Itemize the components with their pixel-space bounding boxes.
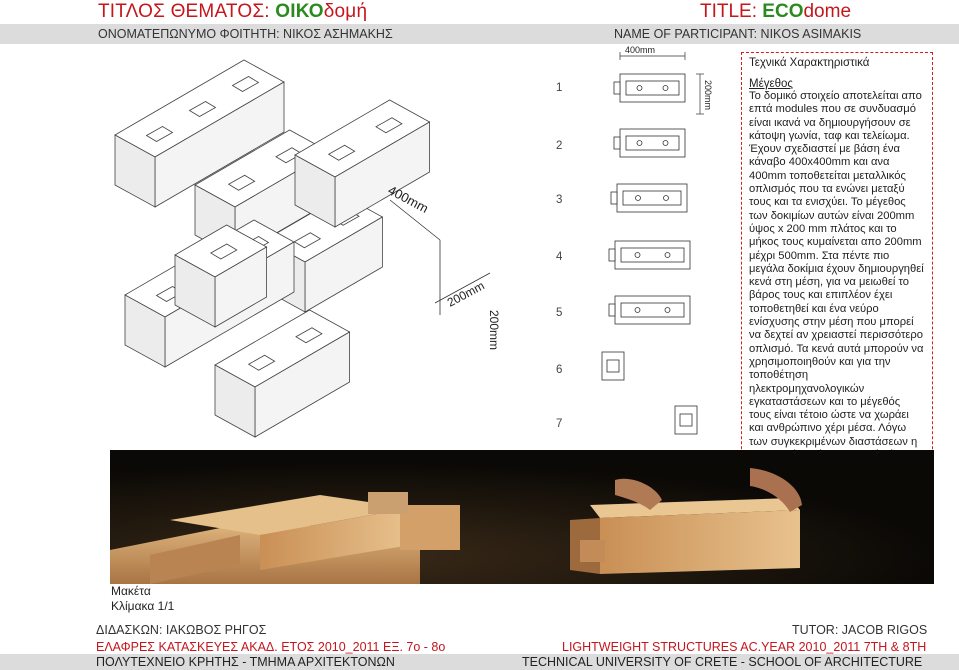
title-bar: ΤΙΤΛΟΣ ΘΕΜΑΤΟΣ: ΟΙΚΟδομή TITLE: ECOdome	[0, 0, 959, 22]
student-name-greek: ΟΝΟΜΑΤΕΠΩΝΥΜΟ ΦΟΙΤΗΤΗ: ΝΙΚΟΣ ΑΣΗΜΑΚΗΣ	[98, 27, 393, 41]
axo-block-6	[214, 309, 351, 438]
specs-heading: Μέγεθος	[749, 78, 793, 90]
title-english-prefix: TITLE:	[700, 1, 763, 22]
module-elevations: 400mm 200mm	[601, 45, 713, 435]
title-english: TITLE: ECOdome	[700, 1, 851, 23]
teachers-greek: ΔΙΔΑΣΚΩΝ: ΙΑΚΩΒΟΣ ΡΗΓΟΣ	[96, 623, 267, 637]
tutor-english: TUTOR: JACOB RIGOS	[792, 623, 928, 637]
model-photo	[110, 450, 934, 584]
dimension-label-400: 400mm	[386, 182, 431, 216]
specs-body: Το δομικό στοιχείο αποτελείται απο επτά …	[749, 90, 924, 474]
model-caption: Μακέτα Κλίμακα 1/1	[111, 584, 174, 614]
module-elevation-2	[613, 128, 686, 158]
module-elevation-7	[674, 405, 698, 435]
dimension-label-200-horizontal: 200mm	[445, 279, 487, 310]
module-number-3: 3	[556, 194, 563, 206]
module-number-2: 2	[556, 140, 563, 152]
module-number-1: 1	[556, 82, 563, 94]
dimension-label-200-vertical: 200mm	[487, 310, 501, 350]
participant-bar: ΟΝΟΜΑΤΕΠΩΝΥΜΟ ΦΟΙΤΗΤΗ: ΝΙΚΟΣ ΑΣΗΜΑΚΗΣ NA…	[0, 24, 959, 44]
module-elevation-4	[608, 240, 691, 270]
title-english-eco: ECO	[762, 1, 804, 22]
school-bar: ΠΟΛΥΤΕΧΝΕΙΟ ΚΡΗΤΗΣ - ΤΜΗΜΑ ΑΡΧΙΤΕΚΤΟΝΩΝ …	[0, 654, 959, 670]
model-scale: Κλίμακα 1/1	[111, 599, 175, 613]
course-greek: ΕΛΑΦΡΕΣ ΚΑΤΑΣΚΕΥΕΣ ΑΚΑΔ. ΕΤΟΣ 2010_2011 …	[96, 640, 446, 654]
title-greek-suffix: δομή	[323, 1, 368, 22]
axonometric-drawing: 400mm 200mm 200mm	[114, 59, 501, 438]
module-number-7: 7	[556, 418, 563, 430]
title-greek-prefix: ΤΙΤΛΟΣ ΘΕΜΑΤΟΣ:	[98, 1, 276, 22]
module-elevation-1	[613, 73, 686, 103]
module-number-6: 6	[556, 364, 563, 376]
module-elevation-6	[601, 351, 625, 381]
school-greek: ΠΟΛΥΤΕΧΝΕΙΟ ΚΡΗΤΗΣ - ΤΜΗΜΑ ΑΡΧΙΤΕΚΤΟΝΩΝ	[96, 655, 395, 669]
module-elevation-5	[608, 295, 691, 325]
student-name-english: NAME OF PARTICIPANT: NIKOS ASIMAKIS	[614, 27, 862, 41]
module-width-label: 400mm	[625, 45, 655, 55]
module-height-label: 200mm	[703, 80, 713, 110]
module-number-5: 5	[556, 307, 563, 319]
model-label: Μακέτα	[111, 584, 151, 598]
module-number-4: 4	[556, 251, 563, 263]
specs-title: Τεχνικά Χαρακτηριστικά	[749, 57, 870, 69]
title-greek: ΤΙΤΛΟΣ ΘΕΜΑΤΟΣ: ΟΙΚΟδομή	[98, 1, 367, 23]
school-english: TECHNICAL UNIVERSITY OF CRETE - SCHOOL O…	[522, 655, 923, 669]
title-english-suffix: dome	[803, 1, 852, 22]
module-elevation-3	[610, 183, 688, 213]
title-greek-eco: ΟΙΚΟ	[275, 1, 324, 22]
